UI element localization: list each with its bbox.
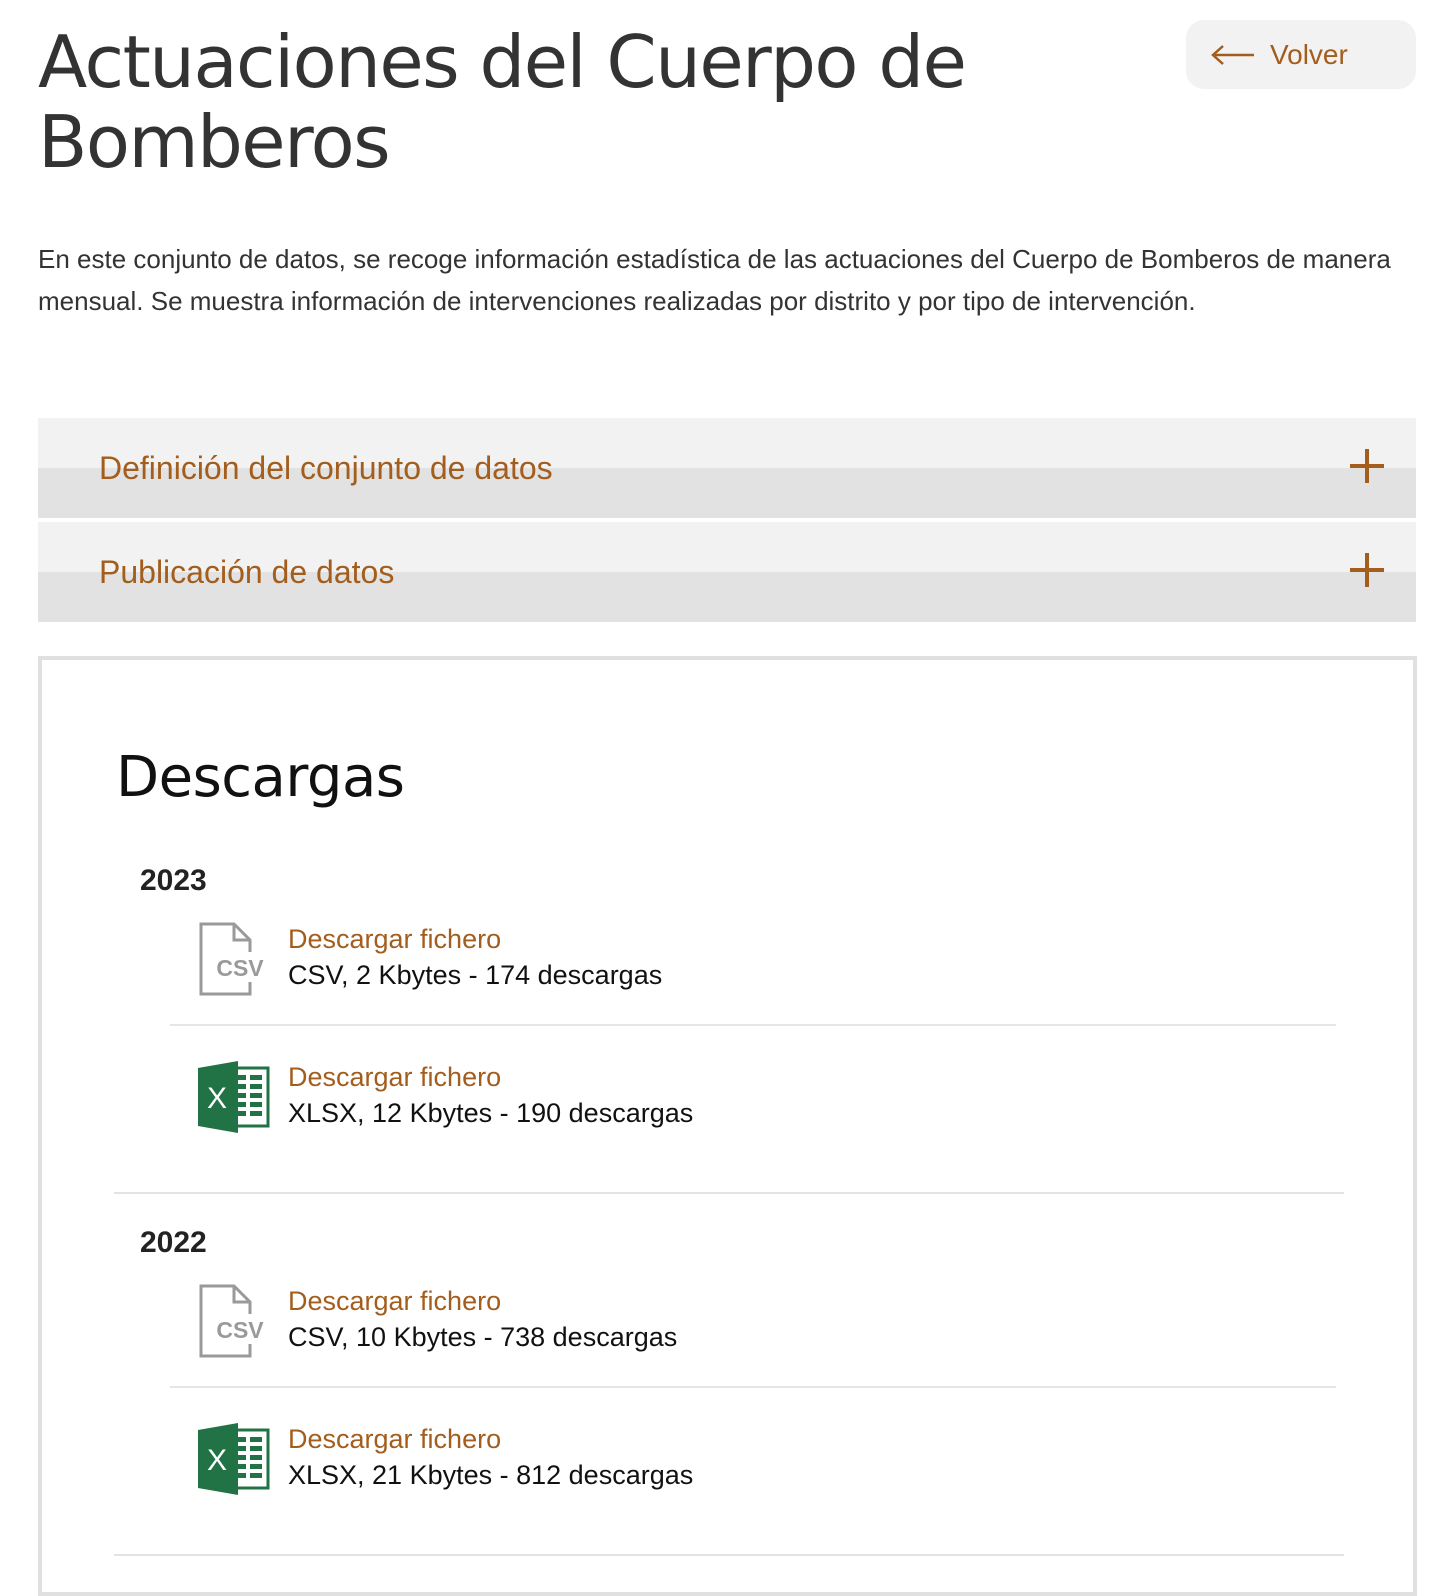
back-button[interactable]: Volver [1186,20,1416,89]
back-button-label: Volver [1270,38,1348,70]
year-divider [114,1554,1344,1556]
downloads-title: Descargas [116,745,405,810]
plus-icon[interactable] [1350,553,1384,587]
year-divider [114,1192,1344,1194]
svg-text:CSV: CSV [216,955,264,981]
page-title: Actuaciones del Cuerpo de Bomberos [38,20,967,184]
dataset-description: En este conjunto de datos, se recoge inf… [38,244,1391,316]
svg-text:X: X [207,1444,227,1477]
file-info: XLSX, 21 Kbytes - 812 descargas [288,1460,694,1490]
accordion-title: Publicación de datos [99,554,395,590]
accordion-data-publication[interactable]: Publicación de datos [38,522,1416,622]
download-file-link[interactable]: Descargar fichero [288,1060,501,1094]
download-item: X Descargar fichero XLSX, 12 Kbytes - 19… [196,1060,1196,1140]
divider [170,1386,1336,1388]
download-item: CSV Descargar fichero CSV, 2 Kbytes - 17… [196,922,1196,1002]
download-file-link[interactable]: Descargar fichero [288,1422,501,1456]
download-item: X Descargar fichero XLSX, 21 Kbytes - 81… [196,1422,1196,1502]
file-info: CSV, 10 Kbytes - 738 descargas [288,1322,678,1352]
file-info: CSV, 2 Kbytes - 174 descargas [288,960,663,990]
svg-text:X: X [207,1082,227,1115]
plus-icon[interactable] [1350,449,1384,483]
accordion-dataset-definition[interactable]: Definición del conjunto de datos [38,418,1416,518]
downloads-panel: Descargas 2023 CSV Descargar fichero CSV… [38,656,1417,1596]
csv-file-icon: CSV [199,922,268,996]
download-file-link[interactable]: Descargar fichero [288,922,501,956]
download-item: CSV Descargar fichero CSV, 10 Kbytes - 7… [196,1284,1196,1364]
accordion-title: Definición del conjunto de datos [99,450,553,486]
arrow-left-icon [1211,44,1254,65]
year-heading: 2023 [140,864,207,897]
svg-text:CSV: CSV [216,1317,264,1343]
csv-file-icon: CSV [199,1284,268,1358]
year-heading: 2022 [140,1226,207,1259]
divider [170,1024,1336,1026]
file-info: XLSX, 12 Kbytes - 190 descargas [288,1098,694,1128]
excel-file-icon: X [198,1061,270,1133]
download-file-link[interactable]: Descargar fichero [288,1284,501,1318]
excel-file-icon: X [198,1423,270,1495]
